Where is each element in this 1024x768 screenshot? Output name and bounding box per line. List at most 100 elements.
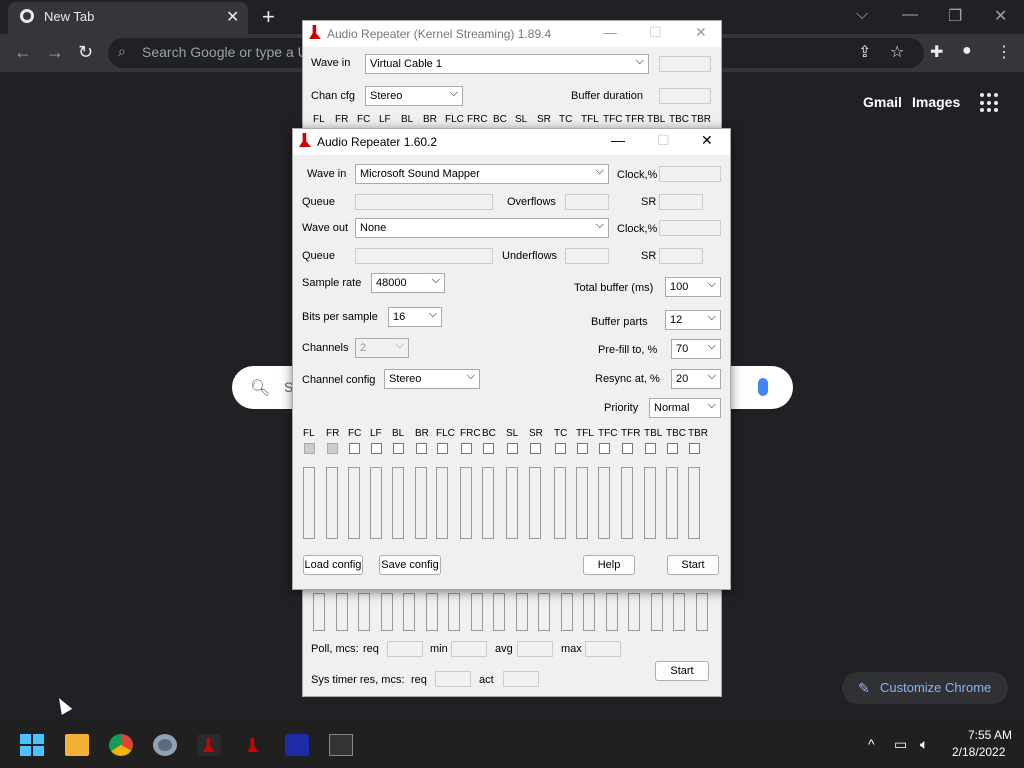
show-hidden-icons-icon[interactable]: ^ xyxy=(868,736,875,752)
ar-channel-checkbox[interactable] xyxy=(645,443,656,454)
ks-level-meter xyxy=(583,593,595,631)
ks-avg-field xyxy=(517,641,553,657)
maximize-icon[interactable]: ☐ xyxy=(657,132,670,149)
images-link[interactable]: Images xyxy=(912,94,960,110)
apps-grid-icon[interactable] xyxy=(980,93,1000,113)
forward-icon[interactable]: → xyxy=(46,42,64,63)
ks-wave-in-select[interactable]: Virtual Cable 1 xyxy=(365,54,649,74)
load-config-button[interactable]: Load config xyxy=(303,555,363,575)
audio-repeater-taskbar-icon[interactable] xyxy=(241,734,265,756)
ks-level-meter xyxy=(425,593,438,631)
ar-channel-checkbox[interactable] xyxy=(437,443,448,454)
minimize-icon[interactable]: — xyxy=(902,6,918,24)
ar-level-meter xyxy=(506,467,518,539)
ks-req-label: req xyxy=(363,643,379,655)
ar-level-meter xyxy=(436,467,448,539)
ar-channel-checkbox[interactable] xyxy=(577,443,588,454)
ar-bits-label: Bits per sample xyxy=(302,311,378,323)
network-app-icon[interactable] xyxy=(285,734,309,756)
ks-chan-cfg-select[interactable]: Stereo xyxy=(365,86,463,106)
ks-chan-cfg-label: Chan cfg xyxy=(311,90,356,102)
ks-channel-label: TBL xyxy=(647,114,666,125)
ks-max-field xyxy=(585,641,621,657)
ar-sample-rate-select[interactable]: 48000 xyxy=(371,273,445,293)
tab-search-icon[interactable]: ⌵ xyxy=(856,6,868,24)
minimize-icon[interactable]: — xyxy=(603,24,617,40)
ar-channel-checkbox[interactable] xyxy=(507,443,518,454)
ar-channel-checkbox[interactable] xyxy=(304,443,315,454)
ar-channel-checkbox[interactable] xyxy=(599,443,610,454)
ar-wave-in-select[interactable]: Microsoft Sound Mapper xyxy=(355,164,609,184)
ar-channel-checkbox[interactable] xyxy=(349,443,360,454)
ar-buffer-parts-select[interactable]: 12 xyxy=(665,310,721,330)
ar-channel-label: TFC xyxy=(598,428,618,439)
audio-repeater-ks-taskbar-icon[interactable] xyxy=(197,734,221,756)
ks-buffer-duration-field[interactable] xyxy=(659,88,711,104)
file-explorer-icon[interactable] xyxy=(65,734,89,756)
minimize-icon[interactable]: — xyxy=(611,132,625,148)
chrome-taskbar-icon[interactable] xyxy=(109,734,133,756)
ar-wave-out-select[interactable]: None xyxy=(355,218,609,238)
ar-channel-label: BL xyxy=(392,428,405,439)
ar-channel-checkbox[interactable] xyxy=(461,443,472,454)
ar-priority-select[interactable]: Normal xyxy=(649,398,721,418)
microphone-icon[interactable] xyxy=(758,378,768,396)
bookmark-star-icon[interactable]: ☆ xyxy=(890,42,904,62)
ks-start-button[interactable]: Start xyxy=(655,661,709,681)
ar-channel-checkbox[interactable] xyxy=(327,443,338,454)
ar-channel-checkbox[interactable] xyxy=(689,443,700,454)
menu-icon[interactable]: ⋮ xyxy=(996,42,1012,62)
ks-title: Audio Repeater (Kernel Streaming) 1.89.4 xyxy=(327,27,552,41)
close-tab-icon[interactable]: ✕ xyxy=(226,7,239,27)
ar-channel-checkbox[interactable] xyxy=(622,443,633,454)
gmail-link[interactable]: Gmail xyxy=(863,94,902,110)
ar-total-buffer-select[interactable]: 100 xyxy=(665,277,721,297)
close-icon[interactable]: ✕ xyxy=(701,132,713,149)
windows-start-icon[interactable] xyxy=(20,734,44,756)
settings-gear-icon[interactable] xyxy=(153,734,177,756)
profile-icon[interactable]: ● xyxy=(962,42,972,60)
extensions-icon[interactable]: ✚ xyxy=(930,42,943,62)
clock-time[interactable]: 7:55 AM xyxy=(968,728,1012,742)
ar-channel-checkbox[interactable] xyxy=(555,443,566,454)
ar-channel-checkbox[interactable] xyxy=(530,443,541,454)
save-config-button[interactable]: Save config xyxy=(379,555,441,575)
ks-act-field xyxy=(503,671,539,687)
volume-icon[interactable]: 🔈︎ xyxy=(920,736,928,753)
help-button[interactable]: Help xyxy=(583,555,635,575)
share-icon[interactable]: ⇪ xyxy=(858,42,871,62)
close-window-icon[interactable]: ✕ xyxy=(994,6,1007,26)
new-tab-button[interactable]: + xyxy=(262,4,275,30)
ar-sr-out-label: SR xyxy=(641,250,657,262)
ks-channel-label: BL xyxy=(401,114,414,125)
ks-channel-label: TC xyxy=(559,114,573,125)
ar-channel-checkbox[interactable] xyxy=(393,443,404,454)
close-icon[interactable]: ✕ xyxy=(695,24,707,41)
ar-buffer-parts-label: Buffer parts xyxy=(591,316,648,328)
ks-min-label: min xyxy=(430,643,448,655)
ar-level-meter xyxy=(529,467,541,539)
start-button[interactable]: Start xyxy=(667,555,719,575)
ks-level-meter xyxy=(650,593,663,631)
ar-channel-checkbox[interactable] xyxy=(667,443,678,454)
ar-chconfig-select[interactable]: Stereo xyxy=(384,369,480,389)
ar-channel-checkbox[interactable] xyxy=(371,443,382,454)
chrome-icon xyxy=(20,9,34,23)
network-icon[interactable]: ▭ xyxy=(894,736,907,753)
clock-date[interactable]: 2/18/2022 xyxy=(952,745,1005,759)
reload-icon[interactable]: ↻ xyxy=(78,42,93,63)
ar-bits-select[interactable]: 16 xyxy=(388,307,442,327)
terminal-icon[interactable] xyxy=(329,734,353,756)
ar-channel-checkbox[interactable] xyxy=(416,443,427,454)
ar-resync-select[interactable]: 20 xyxy=(671,369,721,389)
ar-window: Audio Repeater 1.60.2 — ☐ ✕ Wave in Micr… xyxy=(292,128,731,590)
ar-queue-out-bar xyxy=(355,248,493,264)
back-icon[interactable]: ← xyxy=(14,42,32,63)
ar-prefill-select[interactable]: 70 xyxy=(671,339,721,359)
ks-channel-label: FC xyxy=(357,114,371,125)
ar-level-meter xyxy=(621,467,633,539)
ar-channel-checkbox[interactable] xyxy=(483,443,494,454)
maximize-icon[interactable]: ☐ xyxy=(649,24,662,41)
restore-icon[interactable]: ❐ xyxy=(948,6,962,26)
ks-level-meter xyxy=(403,593,415,631)
